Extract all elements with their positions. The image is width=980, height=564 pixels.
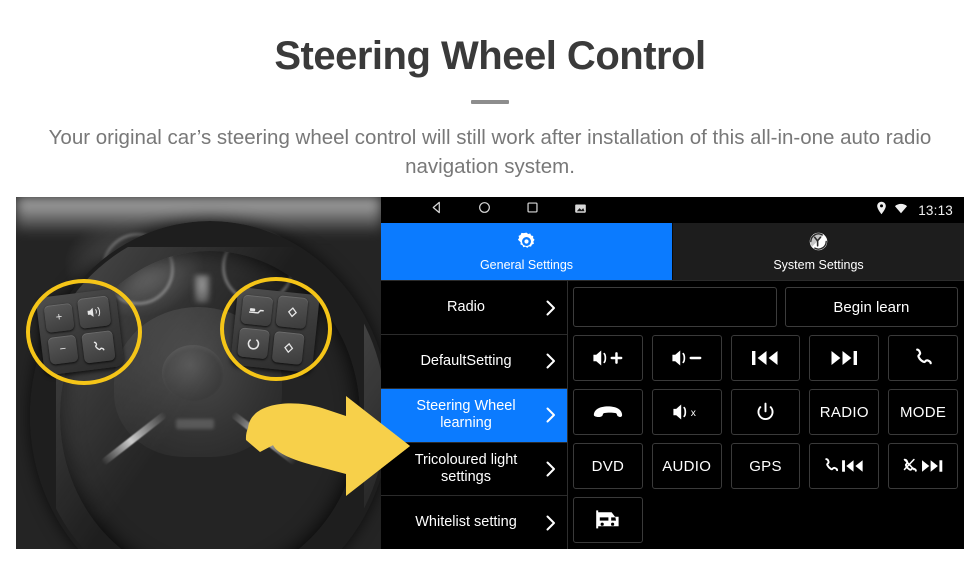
sidebar-item-whitelist-setting[interactable]: Whitelist setting xyxy=(381,496,567,549)
key-callend-next[interactable] xyxy=(888,443,958,490)
key-power[interactable] xyxy=(730,389,801,436)
wifi-icon xyxy=(894,201,908,219)
right-control-pod-highlight xyxy=(220,277,332,382)
key-mode[interactable]: MODE xyxy=(888,389,958,436)
key-audio[interactable]: AUDIO xyxy=(651,443,722,490)
key-radio[interactable]: RADIO xyxy=(809,389,880,436)
back-icon[interactable] xyxy=(430,201,443,219)
volume-mute-icon: x xyxy=(672,403,702,421)
key-gps[interactable]: GPS xyxy=(730,443,801,490)
next-track-icon xyxy=(829,349,859,367)
car-icon xyxy=(594,509,622,531)
key-slot-empty-1 xyxy=(652,497,722,543)
tab-general-settings[interactable]: General Settings xyxy=(381,223,673,281)
phone-previous-icon xyxy=(823,457,865,475)
chevron-right-icon xyxy=(545,513,557,533)
key-slot-empty-2 xyxy=(731,497,801,543)
settings-body: Radio DefaultSetting Steering Wheel lear… xyxy=(381,280,964,550)
power-icon xyxy=(755,402,776,423)
sidebar-item-label: Tricoloured light settings xyxy=(414,451,518,485)
head-unit-screen: 13:13 General Settings System Settings R… xyxy=(381,197,964,550)
page-subtitle: Your original car’s steering wheel contr… xyxy=(48,126,932,179)
key-next-track[interactable] xyxy=(809,335,880,382)
chevron-right-icon xyxy=(545,298,557,318)
location-icon xyxy=(876,201,887,220)
sidebar-item-label: Steering Wheel learning xyxy=(416,397,516,432)
learning-top-row: Begin learn xyxy=(573,287,958,328)
content-block: + − 13:13 General Settings System Settin… xyxy=(16,197,964,550)
key-answer-call[interactable] xyxy=(888,335,958,382)
tab-system-settings[interactable]: System Settings xyxy=(673,223,964,281)
key-hang-up[interactable] xyxy=(573,389,643,436)
key-slot-empty-4 xyxy=(888,497,958,543)
sidebar-item-steering-wheel-learning[interactable]: Steering Wheel learning xyxy=(381,388,567,443)
tab-general-settings-label: General Settings xyxy=(479,258,574,273)
sidebar-item-label: DefaultSetting xyxy=(420,352,512,369)
status-bar-clock: 13:13 xyxy=(918,202,953,218)
previous-track-icon xyxy=(750,349,780,367)
sidebar-item-defaultsetting[interactable]: DefaultSetting xyxy=(381,335,567,389)
home-icon[interactable] xyxy=(478,201,491,219)
sidebar-item-label: Whitelist setting xyxy=(415,514,517,531)
chevron-right-icon xyxy=(545,405,557,425)
steering-wheel-learning-pane: Begin learn x RADIO MODE DVD AUDIO GPS xyxy=(568,281,964,549)
chevron-right-icon xyxy=(545,459,557,479)
key-mute[interactable]: x xyxy=(651,389,722,436)
title-divider xyxy=(471,100,509,104)
phone-hangup-icon xyxy=(592,403,624,421)
screenshot-icon[interactable] xyxy=(574,201,587,219)
learn-status-input[interactable] xyxy=(573,287,777,328)
android-nav-buttons xyxy=(392,201,587,219)
sidebar-item-radio[interactable]: Radio xyxy=(381,281,567,336)
volume-up-icon xyxy=(592,349,624,367)
tab-system-settings-label: System Settings xyxy=(773,258,864,273)
key-slot-empty-3 xyxy=(809,497,879,543)
phone-end-next-icon xyxy=(902,457,944,475)
key-car-info[interactable] xyxy=(573,497,643,544)
gear-icon xyxy=(516,231,537,255)
sidebar-item-tricoloured-light-settings[interactable]: Tricoloured light settings xyxy=(381,443,567,497)
phone-answer-icon xyxy=(912,347,934,369)
key-dvd[interactable]: DVD xyxy=(573,443,643,490)
volume-down-icon xyxy=(671,349,703,367)
svg-text:x: x xyxy=(690,408,696,419)
settings-sidebar: Radio DefaultSetting Steering Wheel lear… xyxy=(381,281,568,550)
page-header: Steering Wheel Control Your original car… xyxy=(0,0,980,181)
key-previous-track[interactable] xyxy=(730,335,801,382)
steering-wheel-key-grid: x RADIO MODE DVD AUDIO GPS xyxy=(573,335,958,544)
left-control-pod-highlight xyxy=(26,279,142,386)
page-title: Steering Wheel Control xyxy=(274,34,706,78)
key-call-previous[interactable] xyxy=(809,443,880,490)
system-logo-icon xyxy=(808,231,829,255)
android-status-icons: 13:13 xyxy=(876,201,953,220)
key-volume-up[interactable] xyxy=(573,335,643,382)
sidebar-item-label: Radio xyxy=(447,298,485,315)
begin-learn-button[interactable]: Begin learn xyxy=(784,287,958,328)
android-status-bar: 13:13 xyxy=(381,197,964,224)
key-volume-down[interactable] xyxy=(651,335,722,382)
settings-tabs: General Settings System Settings xyxy=(381,223,964,281)
chevron-right-icon xyxy=(545,351,557,371)
recents-icon[interactable] xyxy=(526,201,539,219)
